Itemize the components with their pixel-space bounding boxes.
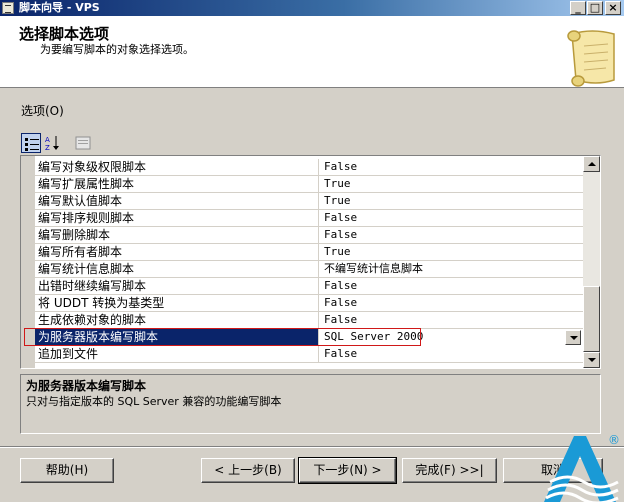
property-value[interactable]: 不编写统计信息脚本 — [319, 261, 584, 278]
svg-text:Z: Z — [45, 144, 50, 151]
description-panel: 为服务器版本编写脚本 只对与指定版本的 SQL Server 兼容的功能编写脚本 — [20, 374, 601, 434]
property-row[interactable]: 编写排序规则脚本 False — [35, 210, 584, 227]
property-row[interactable]: 编写统计信息脚本 不编写统计信息脚本 — [35, 261, 584, 278]
options-label: 选项(O) — [21, 104, 64, 118]
dropdown-button[interactable] — [565, 330, 581, 345]
grid-rows: 编写对象级权限脚本 False 编写扩展属性脚本 True 编写默认值脚本 True 编写排… — [35, 159, 584, 363]
property-name: 追加到文件 — [35, 346, 319, 363]
alphabetical-view-button[interactable]: A Z — [43, 133, 63, 153]
property-value[interactable]: False — [319, 159, 584, 176]
property-value[interactable]: False — [319, 278, 584, 295]
grid-gutter — [21, 156, 35, 368]
property-value[interactable]: False — [319, 312, 584, 329]
property-row[interactable]: 编写扩展属性脚本 True — [35, 176, 584, 193]
property-name: 编写扩展属性脚本 — [35, 176, 319, 193]
scroll-thumb[interactable] — [583, 286, 600, 352]
title-bar: 脚本向导 - VPS _ □ × — [0, 0, 624, 16]
finish-button[interactable]: 完成(F) >>| — [402, 458, 497, 483]
categorized-view-button[interactable] — [21, 133, 41, 153]
property-name: 编写所有者脚本 — [35, 244, 319, 261]
property-name: 编写删除脚本 — [35, 227, 319, 244]
property-value[interactable]: SQL Server 2000 — [319, 329, 584, 346]
property-row[interactable]: 将 UDDT 转换为基类型 False — [35, 295, 584, 312]
scroll-up-button[interactable] — [583, 156, 600, 172]
property-value[interactable]: True — [319, 193, 584, 210]
property-name: 编写对象级权限脚本 — [35, 159, 319, 176]
next-button[interactable]: 下一步(N) > — [298, 457, 397, 484]
property-row[interactable]: 编写所有者脚本 True — [35, 244, 584, 261]
svg-text:A: A — [45, 136, 50, 144]
divider — [0, 446, 624, 448]
close-button[interactable]: × — [605, 1, 621, 15]
property-row[interactable]: 编写默认值脚本 True — [35, 193, 584, 210]
property-row[interactable]: 追加到文件 False — [35, 346, 584, 363]
property-name: 出错时继续编写脚本 — [35, 278, 319, 295]
property-name: 编写统计信息脚本 — [35, 261, 319, 278]
vertical-scrollbar[interactable] — [583, 156, 600, 368]
property-name: 编写排序规则脚本 — [35, 210, 319, 227]
property-pages-button[interactable] — [73, 133, 93, 153]
brand-logo: ® — [544, 433, 620, 502]
property-name: 为服务器版本编写脚本 — [35, 329, 319, 346]
maximize-button[interactable]: □ — [587, 1, 603, 15]
scroll-icon — [567, 30, 615, 87]
property-row[interactable]: 为服务器版本编写脚本 SQL Server 2000 — [35, 329, 584, 346]
property-name: 生成依赖对象的脚本 — [35, 312, 319, 329]
property-row[interactable]: 编写对象级权限脚本 False — [35, 159, 584, 176]
scroll-down-button[interactable] — [583, 352, 600, 368]
property-grid: 编写对象级权限脚本 False 编写扩展属性脚本 True 编写默认值脚本 True 编写排… — [20, 155, 601, 369]
property-row[interactable]: 生成依赖对象的脚本 False — [35, 312, 584, 329]
back-button[interactable]: < 上一步(B) — [201, 458, 295, 483]
registered-mark: ® — [608, 433, 620, 447]
page-subtitle: 为要编写脚本的对象选择选项。 — [40, 43, 194, 56]
window-title: 脚本向导 - VPS — [19, 1, 100, 14]
property-value[interactable]: True — [319, 176, 584, 193]
property-value[interactable]: False — [319, 210, 584, 227]
property-value[interactable]: False — [319, 227, 584, 244]
description-title: 为服务器版本编写脚本 — [26, 379, 147, 393]
app-icon — [2, 2, 14, 14]
property-row[interactable]: 出错时继续编写脚本 False — [35, 278, 584, 295]
minimize-button[interactable]: _ — [570, 1, 586, 15]
categorized-icon — [25, 138, 39, 151]
property-row[interactable]: 编写删除脚本 False — [35, 227, 584, 244]
description-text: 只对与指定版本的 SQL Server 兼容的功能编写脚本 — [26, 395, 282, 408]
property-value[interactable]: False — [319, 295, 584, 312]
property-value[interactable]: False — [319, 346, 584, 363]
help-button[interactable]: 帮助(H) — [20, 458, 114, 483]
property-value[interactable]: True — [319, 244, 584, 261]
property-pages-icon — [75, 136, 91, 150]
sort-az-icon: A Z — [45, 136, 59, 151]
property-name: 将 UDDT 转换为基类型 — [35, 295, 319, 312]
property-name: 编写默认值脚本 — [35, 193, 319, 210]
wizard-header: 选择脚本选项 为要编写脚本的对象选择选项。 — [0, 16, 624, 88]
